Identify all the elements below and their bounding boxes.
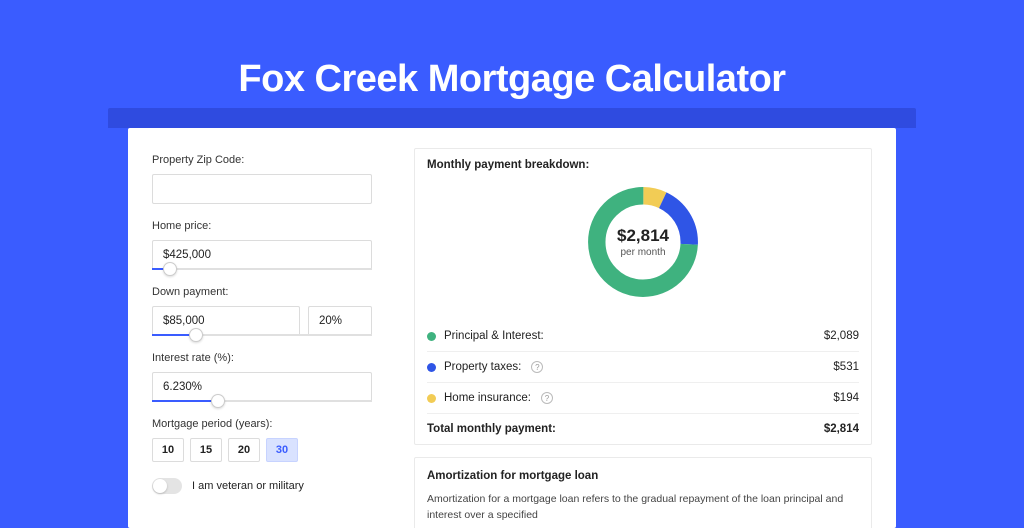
period-15-button[interactable]: 15 xyxy=(190,438,222,462)
down-field: Down payment: xyxy=(152,286,372,336)
price-field: Home price: xyxy=(152,220,372,270)
donut-center: $2,814 per month xyxy=(582,181,704,303)
rate-field: Interest rate (%): xyxy=(152,352,372,402)
page-title: Fox Creek Mortgage Calculator xyxy=(0,58,1024,101)
legend-row-taxes: Property taxes: ? $531 xyxy=(427,352,859,383)
period-field: Mortgage period (years): 10 15 20 30 xyxy=(152,418,372,462)
legend-row-insurance: Home insurance: ? $194 xyxy=(427,383,859,414)
veteran-toggle[interactable] xyxy=(152,478,182,494)
card-top-accent xyxy=(108,108,916,128)
donut-amount: $2,814 xyxy=(617,226,669,246)
toggle-knob xyxy=(153,479,167,493)
legend-label: Property taxes: xyxy=(444,361,521,373)
rate-slider[interactable] xyxy=(152,400,372,402)
rate-slider-thumb[interactable] xyxy=(211,394,225,408)
price-slider[interactable] xyxy=(152,268,372,270)
price-label: Home price: xyxy=(152,220,372,232)
hero: Fox Creek Mortgage Calculator xyxy=(0,0,1024,101)
breakdown-title: Monthly payment breakdown: xyxy=(427,159,859,171)
dot-icon xyxy=(427,363,436,372)
amort-text: Amortization for a mortgage loan refers … xyxy=(427,492,859,524)
calculator-card: Property Zip Code: Home price: Down paym… xyxy=(128,128,896,528)
period-10-button[interactable]: 10 xyxy=(152,438,184,462)
period-options: 10 15 20 30 xyxy=(152,438,372,462)
period-20-button[interactable]: 20 xyxy=(228,438,260,462)
results-panel: Monthly payment breakdown: $2,814 per mo… xyxy=(396,128,896,528)
legend-value: $194 xyxy=(833,392,859,404)
legend-label: Home insurance: xyxy=(444,392,531,404)
zip-input[interactable] xyxy=(152,174,372,204)
down-slider-thumb[interactable] xyxy=(189,328,203,342)
help-icon[interactable]: ? xyxy=(541,392,553,404)
down-label: Down payment: xyxy=(152,286,372,298)
period-label: Mortgage period (years): xyxy=(152,418,372,430)
total-value: $2,814 xyxy=(824,423,859,435)
amort-title: Amortization for mortgage loan xyxy=(427,470,859,482)
down-slider[interactable] xyxy=(152,334,372,336)
zip-label: Property Zip Code: xyxy=(152,154,372,166)
rate-label: Interest rate (%): xyxy=(152,352,372,364)
donut-sub: per month xyxy=(620,247,665,258)
legend-value: $531 xyxy=(833,361,859,373)
down-pct-input[interactable] xyxy=(308,306,372,336)
veteran-label: I am veteran or military xyxy=(192,480,304,492)
down-amount-input[interactable] xyxy=(152,306,300,336)
dot-icon xyxy=(427,332,436,341)
veteran-row: I am veteran or military xyxy=(152,478,372,494)
total-label: Total monthly payment: xyxy=(427,423,556,435)
zip-field: Property Zip Code: xyxy=(152,154,372,204)
donut-chart: $2,814 per month xyxy=(427,181,859,303)
legend-row-total: Total monthly payment: $2,814 xyxy=(427,414,859,444)
price-slider-thumb[interactable] xyxy=(163,262,177,276)
period-30-button[interactable]: 30 xyxy=(266,438,298,462)
legend-value: $2,089 xyxy=(824,330,859,342)
form-panel: Property Zip Code: Home price: Down paym… xyxy=(128,128,396,528)
dot-icon xyxy=(427,394,436,403)
breakdown-box: Monthly payment breakdown: $2,814 per mo… xyxy=(414,148,872,445)
legend-row-principal: Principal & Interest: $2,089 xyxy=(427,321,859,352)
price-input[interactable] xyxy=(152,240,372,270)
legend-label: Principal & Interest: xyxy=(444,330,544,342)
rate-input[interactable] xyxy=(152,372,372,402)
help-icon[interactable]: ? xyxy=(531,361,543,373)
amortization-box: Amortization for mortgage loan Amortizat… xyxy=(414,457,872,528)
